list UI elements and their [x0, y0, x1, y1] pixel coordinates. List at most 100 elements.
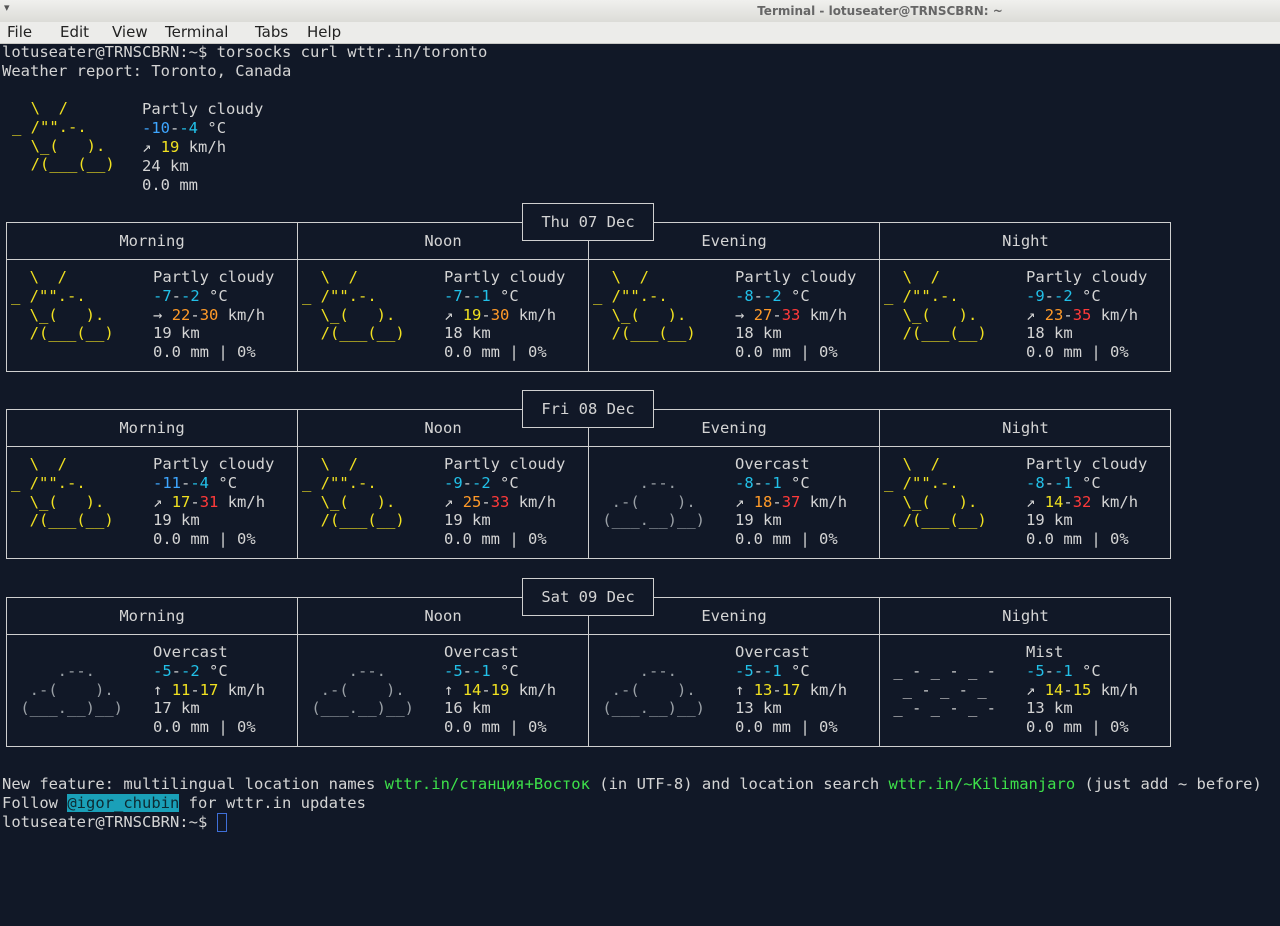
temperature: -8--1 °C: [1026, 473, 1101, 492]
visibility: 18 km: [444, 324, 491, 343]
forecast-day-table: Morning \ / _ /"".-. \_( ). /(___(__) Pa…: [6, 409, 1171, 559]
wind: ↗ 25-33 km/h: [444, 492, 557, 511]
visibility: 19 km: [1026, 511, 1073, 530]
forecast-cell: \ / _ /"".-. \_( ). /(___(__) Partly clo…: [7, 260, 298, 371]
condition: Partly cloudy: [1026, 455, 1148, 473]
temperature: -9--2 °C: [444, 473, 519, 492]
forecast-info: Mist -5--1 °C ↗ 14-15 km/h 13 km 0.0 mm …: [1026, 643, 1138, 737]
weather-art-overcast: .--. .-( ). (___.__)__): [11, 661, 123, 718]
condition: Overcast: [444, 643, 519, 661]
temperature: -5--1 °C: [444, 661, 519, 680]
shell-prompt: lotuseater@TRNSCBRN:~$: [2, 43, 208, 61]
forecast-info: Partly cloudy -9--2 °C ↗ 23-35 km/h 18 k…: [1026, 268, 1147, 362]
window-titlebar[interactable]: ▾ Terminal - lotuseater@TRNSCBRN: ~: [0, 0, 1280, 22]
forecast-date-label: Thu 07 Dec: [522, 203, 654, 241]
menu-help[interactable]: Help: [307, 23, 341, 41]
terminal-output[interactable]: lotuseater@TRNSCBRN:~$ torsocks curl wtt…: [2, 43, 1280, 926]
current-weather-art: \ / _ /"".-. \_( ). /(___(__): [12, 99, 124, 174]
weather-art-partly-cloudy: \ / _ /"".-. \_( ). /(___(__): [884, 455, 996, 530]
current-temperature: -10--4 °C: [142, 119, 227, 137]
precipitation: 0.0 mm | 0%: [444, 718, 547, 737]
wind: ↗ 19-30 km/h: [444, 305, 557, 324]
visibility: 18 km: [1026, 324, 1073, 343]
wind: ↑ 11-17 km/h: [153, 680, 266, 699]
condition: Partly cloudy: [444, 268, 566, 286]
forecast-info: Partly cloudy -8--1 °C ↗ 14-32 km/h 19 k…: [1026, 455, 1147, 549]
precipitation: 0.0 mm | 0%: [735, 530, 838, 549]
temperature: -8--1 °C: [735, 473, 810, 492]
condition: Overcast: [735, 455, 810, 473]
wind: ↗ 17-31 km/h: [153, 492, 266, 511]
command-text: torsocks curl wttr.in/toronto: [216, 43, 488, 61]
wind: ↑ 14-19 km/h: [444, 680, 557, 699]
visibility: 17 km: [153, 699, 200, 718]
forecast-cell: \ / _ /"".-. \_( ). /(___(__) Partly clo…: [880, 260, 1171, 371]
forecast-date-label: Fri 08 Dec: [522, 390, 654, 428]
shell-prompt: lotuseater@TRNSCBRN:~$: [2, 813, 208, 831]
temperature: -7--1 °C: [444, 286, 519, 305]
precipitation: 0.0 mm | 0%: [153, 530, 256, 549]
wind: → 22-30 km/h: [153, 305, 266, 324]
temperature: -5--1 °C: [735, 661, 810, 680]
forecast-cell: \ / _ /"".-. \_( ). /(___(__) Partly clo…: [880, 447, 1171, 558]
precipitation: 0.0 mm | 0%: [153, 718, 256, 737]
forecast-cell: \ / _ /"".-. \_( ). /(___(__) Partly clo…: [589, 260, 880, 371]
forecast-info: Overcast -5--1 °C ↑ 14-19 km/h 16 km 0.0…: [444, 643, 556, 737]
example-link-search[interactable]: wttr.in/~Kilimanjaro: [889, 775, 1076, 793]
condition: Mist: [1026, 643, 1064, 661]
report-title: Weather report: Toronto, Canada: [2, 62, 292, 80]
menu-view[interactable]: View: [112, 23, 148, 41]
condition: Overcast: [153, 643, 228, 661]
wind: ↗ 14-15 km/h: [1026, 680, 1139, 699]
twitter-handle[interactable]: @igor_chubin: [67, 794, 180, 812]
footer-follow-line: Follow @igor_chubin for wttr.in updates: [2, 794, 366, 812]
visibility: 19 km: [444, 511, 491, 530]
current-wind: ↗ 19 km/h: [142, 138, 227, 156]
temperature: -5--1 °C: [1026, 661, 1101, 680]
prompt-line[interactable]: lotuseater@TRNSCBRN:~$: [2, 813, 227, 832]
forecast-day-table: Morning .--. .-( ). (___.__)__) Overcast …: [6, 597, 1171, 747]
menu-bar: File Edit View Terminal Tabs Help: [0, 22, 1280, 44]
forecast-cell: .--. .-( ). (___.__)__) Overcast -5--1 °C…: [589, 635, 880, 746]
menu-tabs[interactable]: Tabs: [255, 23, 288, 41]
precipitation: 0.0 mm | 0%: [1026, 343, 1129, 362]
weather-art-partly-cloudy: \ / _ /"".-. \_( ). /(___(__): [302, 268, 414, 343]
wind: ↗ 23-35 km/h: [1026, 305, 1139, 324]
weather-art-partly-cloudy: \ / _ /"".-. \_( ). /(___(__): [11, 268, 123, 343]
visibility: 16 km: [444, 699, 491, 718]
weather-art-partly-cloudy: \ / _ /"".-. \_( ). /(___(__): [11, 455, 123, 530]
visibility: 19 km: [153, 511, 200, 530]
period-header-morning: Morning: [7, 598, 298, 635]
period-header-morning: Morning: [7, 410, 298, 447]
precipitation: 0.0 mm | 0%: [444, 530, 547, 549]
menu-file[interactable]: File: [7, 23, 32, 41]
forecast-info: Overcast -8--1 °C ↗ 18-37 km/h 19 km 0.0…: [735, 455, 847, 549]
visibility: 13 km: [1026, 699, 1073, 718]
weather-art-overcast: .--. .-( ). (___.__)__): [593, 473, 705, 530]
window-title: Terminal - lotuseater@TRNSCBRN: ~: [757, 4, 1003, 18]
forecast-cell: .--. .-( ). (___.__)__) Overcast -5--2 °C…: [7, 635, 298, 746]
wind: → 27-33 km/h: [735, 305, 848, 324]
weather-art-partly-cloudy: \ / _ /"".-. \_( ). /(___(__): [593, 268, 705, 343]
period-header-morning: Morning: [7, 223, 298, 260]
example-link-cyrillic[interactable]: wttr.in/станция+Восток: [385, 775, 590, 793]
period-header-night: Night: [880, 410, 1171, 447]
weather-art-mist: _ - _ - _ - _ - _ - _ _ - _ - _ -: [884, 661, 1006, 718]
visibility: 13 km: [735, 699, 782, 718]
visibility: 19 km: [153, 324, 200, 343]
menu-terminal[interactable]: Terminal: [165, 23, 228, 41]
forecast-day-table: Morning \ / _ /"".-. \_( ). /(___(__) Pa…: [6, 222, 1171, 372]
forecast-info: Partly cloudy -8--2 °C → 27-33 km/h 18 k…: [735, 268, 856, 362]
menu-edit[interactable]: Edit: [60, 23, 89, 41]
footer-feature-line: New feature: multilingual location names…: [2, 775, 1262, 793]
period-header-night: Night: [880, 598, 1171, 635]
forecast-cell: .--. .-( ). (___.__)__) Overcast -8--1 °C…: [589, 447, 880, 558]
current-visibility: 24 km: [142, 157, 189, 175]
forecast-cell: \ / _ /"".-. \_( ). /(___(__) Partly clo…: [7, 447, 298, 558]
weather-art-overcast: .--. .-( ). (___.__)__): [593, 661, 705, 718]
visibility: 18 km: [735, 324, 782, 343]
text-cursor: [216, 813, 227, 832]
wind: ↗ 18-37 km/h: [735, 492, 848, 511]
forecast-cell: _ - _ - _ - _ - _ - _ _ - _ - _ - Mist -5…: [880, 635, 1171, 746]
forecast-info: Partly cloudy -7--2 °C → 22-30 km/h 19 k…: [153, 268, 274, 362]
